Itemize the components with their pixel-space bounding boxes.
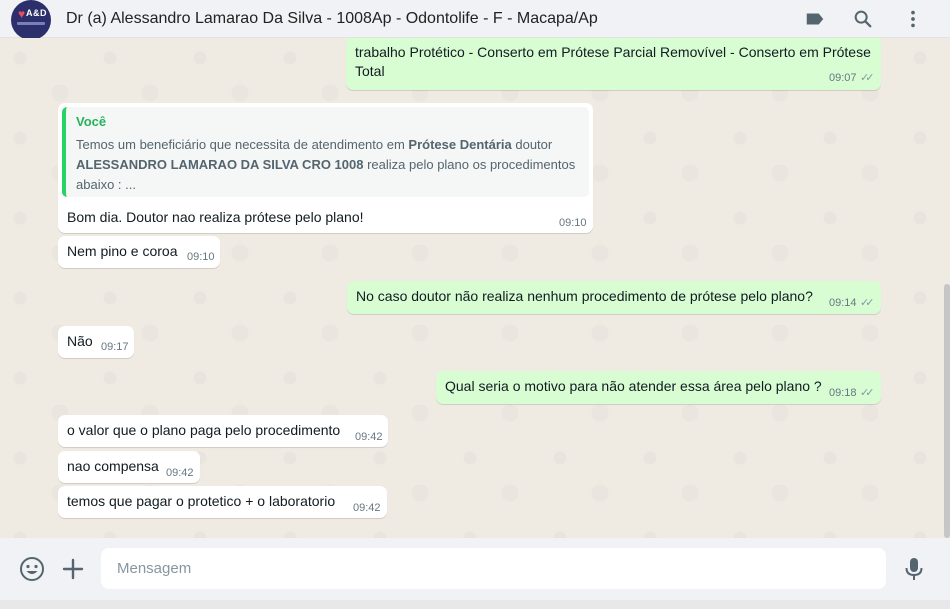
message-incoming-reply[interactable]: Você Temos um beneficiário que necessita… [58,103,593,233]
avatar-logo-subtitle-mark [17,22,45,25]
message-text: o valor que o plano paga pelo procedimen… [67,422,341,438]
quoted-message[interactable]: Você Temos um beneficiário que necessita… [62,107,589,197]
message-incoming[interactable]: temos que pagar o protetico + o laborato… [58,486,387,518]
message-time: 09:07 [829,72,857,84]
message-text: Qual seria o motivo para não atender ess… [445,378,822,394]
read-receipt-icon: ✓✓ [860,297,875,309]
message-incoming[interactable]: Nem pino e coroa 09:10 [58,236,220,268]
message-outgoing[interactable]: trabalho Protético - Conserto em Prótese… [346,38,881,90]
message-list[interactable]: trabalho Protético - Conserto em Prótese… [0,38,950,538]
message-text: Bom dia. Doutor nao realiza prótese pelo… [67,209,364,225]
attach-plus-icon[interactable] [60,556,86,582]
message-time: 09:14 [829,297,857,309]
message-text: Não [67,333,93,349]
compose-bar: Mensagem [0,538,950,600]
message-incoming[interactable]: nao compensa 09:42 [58,451,200,483]
chat-title[interactable]: Dr (a) Alessandro Lamarao Da Silva - 100… [66,10,598,28]
more-vertical-icon[interactable] [902,8,924,30]
microphone-icon[interactable] [901,556,927,582]
read-receipt-icon: ✓✓ [860,72,875,84]
message-text: trabalho Protético - Conserto em Prótese… [355,44,871,79]
search-icon[interactable] [852,8,874,30]
window-bottom-edge [0,600,950,609]
message-incoming[interactable]: Não 09:17 [58,326,134,358]
chat-header: ♥ A&D Dr (a) Alessandro Lamarao Da Silva… [0,0,950,40]
message-time: 09:18 [829,387,857,399]
message-outgoing[interactable]: Qual seria o motivo para não atender ess… [436,371,881,404]
message-input[interactable]: Mensagem [101,548,886,589]
emoji-icon[interactable] [19,556,45,582]
message-text: temos que pagar o protetico + o laborato… [67,493,336,509]
message-text: Nem pino e coroa [67,243,178,259]
message-time: 09:42 [166,467,194,479]
label-icon[interactable] [804,8,826,30]
message-time: 09:17 [101,341,129,353]
contact-avatar[interactable]: ♥ A&D [11,0,51,40]
message-outgoing[interactable]: No caso doutor não realiza nenhum proced… [347,281,881,314]
avatar-logo-text: A&D [26,8,47,18]
message-time: 09:10 [187,251,215,263]
read-receipt-icon: ✓✓ [860,387,875,399]
message-time: 09:42 [353,502,381,514]
message-time: 09:10 [559,217,587,229]
message-incoming[interactable]: o valor que o plano paga pelo procedimen… [58,415,388,447]
message-text: No caso doutor não realiza nenhum proced… [356,288,813,304]
message-text: nao compensa [67,458,159,474]
quoted-author: Você [76,114,107,129]
message-time: 09:42 [355,431,383,443]
quoted-text: Temos um beneficiário que necessita de a… [76,137,576,192]
chat-scrollbar[interactable] [944,284,950,538]
